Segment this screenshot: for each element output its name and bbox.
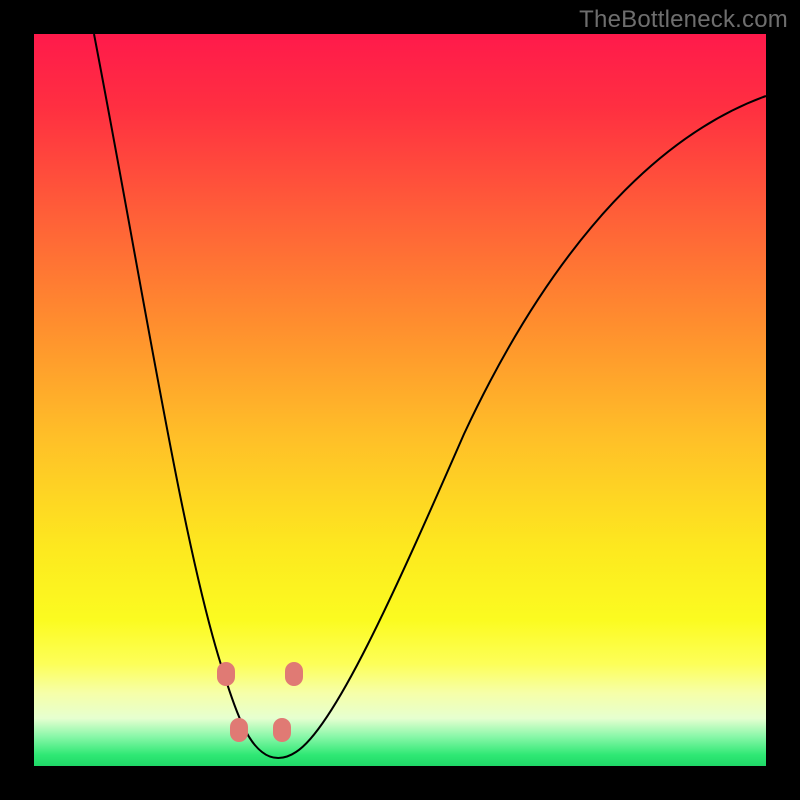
chart-frame: TheBottleneck.com — [0, 0, 800, 800]
curve-marker — [273, 718, 291, 742]
bottleneck-curve — [34, 34, 766, 766]
curve-marker — [217, 662, 235, 686]
watermark-text: TheBottleneck.com — [579, 6, 788, 34]
plot-area — [34, 34, 766, 766]
curve-marker — [230, 718, 248, 742]
curve-marker — [285, 662, 303, 686]
